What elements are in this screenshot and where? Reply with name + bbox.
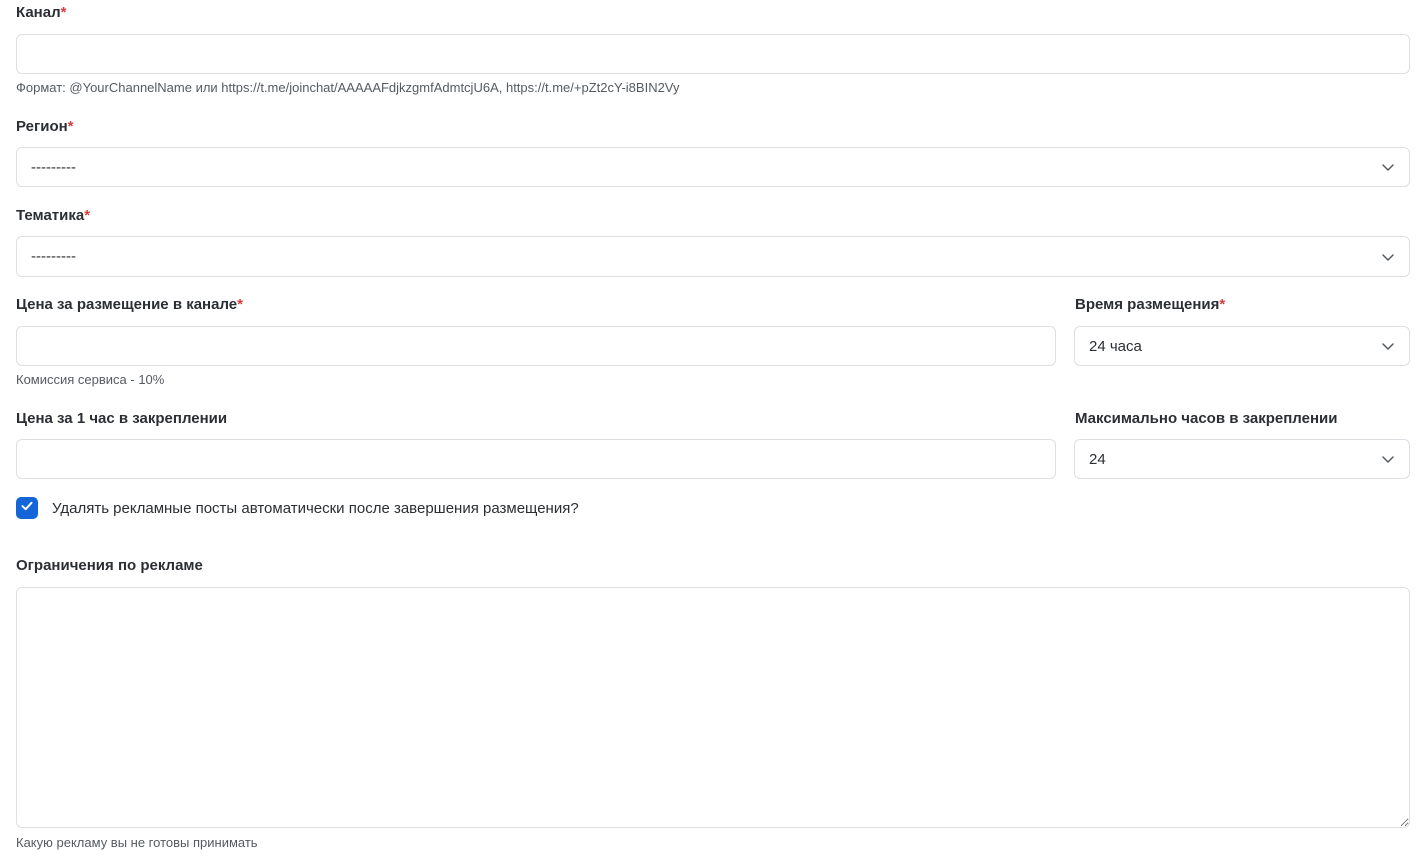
channel-label-text: Канал bbox=[16, 4, 61, 21]
topic-label: Тематика* bbox=[16, 207, 90, 225]
topic-label-text: Тематика bbox=[16, 207, 85, 224]
required-mark: * bbox=[1219, 296, 1226, 313]
channel-form: Канал* Формат: @YourChannelName или http… bbox=[0, 0, 1422, 858]
pin-price-label: Цена за 1 час в закреплении bbox=[16, 410, 228, 427]
placement-time-label-text: Время размещения bbox=[1075, 296, 1220, 313]
required-mark: * bbox=[60, 4, 67, 21]
chevron-down-icon bbox=[1381, 250, 1395, 264]
region-label-text: Регион bbox=[16, 118, 68, 135]
auto-delete-label[interactable]: Удалять рекламные посты автоматически по… bbox=[52, 500, 579, 517]
ad-restrictions-label: Ограничения по рекламе bbox=[16, 557, 203, 574]
required-mark: * bbox=[84, 207, 91, 224]
pin-price-input[interactable] bbox=[16, 439, 1056, 479]
max-pin-hours-selected-value: 24 bbox=[1089, 450, 1106, 468]
channel-hint: Формат: @YourChannelName или https://t.m… bbox=[16, 80, 680, 95]
max-pin-hours-select[interactable]: 24 bbox=[1074, 439, 1410, 479]
topic-selected-value: --------- bbox=[31, 248, 76, 265]
region-select[interactable]: --------- bbox=[16, 147, 1410, 187]
max-pin-hours-label: Максимально часов в закреплении bbox=[1075, 410, 1338, 427]
chevron-down-icon bbox=[1381, 339, 1395, 353]
channel-input[interactable] bbox=[16, 34, 1410, 74]
chevron-down-icon bbox=[1381, 160, 1395, 174]
required-mark: * bbox=[67, 118, 74, 135]
region-label: Регион* bbox=[16, 118, 74, 136]
placement-time-label: Время размещения* bbox=[1075, 296, 1225, 314]
placement-price-label-text: Цена за размещение в канале bbox=[16, 296, 238, 313]
channel-label: Канал* bbox=[16, 4, 66, 22]
required-mark: * bbox=[237, 296, 243, 313]
topic-select[interactable]: --------- bbox=[16, 236, 1410, 277]
placement-price-input[interactable] bbox=[16, 326, 1056, 366]
region-selected-value: --------- bbox=[31, 158, 76, 176]
placement-price-hint: Комиссия сервиса - 10% bbox=[16, 372, 165, 387]
placement-price-label: Цена за размещение в канале* bbox=[16, 296, 243, 314]
placement-time-select[interactable]: 24 часа bbox=[1074, 326, 1410, 366]
check-icon bbox=[20, 499, 34, 518]
placement-time-selected-value: 24 часа bbox=[1089, 337, 1142, 355]
ad-restrictions-textarea[interactable] bbox=[16, 587, 1410, 828]
auto-delete-row: Удалять рекламные посты автоматически по… bbox=[16, 497, 579, 519]
ad-restrictions-hint: Какую рекламу вы не готовы принимать bbox=[16, 835, 258, 850]
auto-delete-checkbox[interactable] bbox=[16, 497, 38, 519]
chevron-down-icon bbox=[1381, 452, 1395, 466]
